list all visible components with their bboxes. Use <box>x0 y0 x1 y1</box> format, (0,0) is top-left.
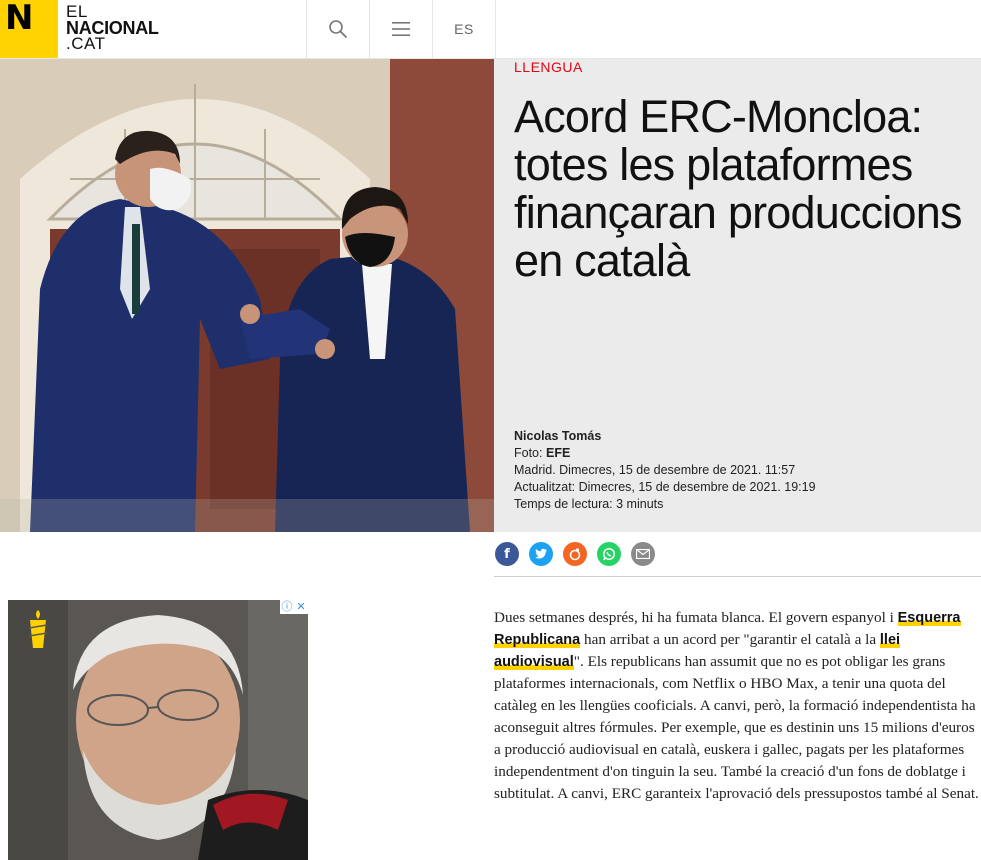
meneame-icon <box>569 548 581 561</box>
logo-word-cat: .CAT <box>66 34 106 53</box>
ad-info-icon[interactable]: ⓘ <box>280 600 294 614</box>
body-text-2: han arribat a un acord per "garantir el … <box>580 631 880 648</box>
hamburger-menu-icon <box>392 22 410 36</box>
hero-photo <box>0 59 494 532</box>
facebook-share-button[interactable]: f <box>495 542 519 566</box>
logo-mark-letter: N <box>5 0 33 38</box>
site-header: N EL NACIONAL .CAT ES <box>0 0 981 59</box>
meneame-share-button[interactable] <box>563 542 587 566</box>
twitter-icon <box>535 548 547 559</box>
twitter-share-button[interactable] <box>529 542 553 566</box>
author-link[interactable]: Nicolas Tomás <box>514 429 601 443</box>
email-icon <box>636 549 650 559</box>
ad-image <box>8 600 308 860</box>
article-header-panel: LLENGUA Acord ERC-Moncloa: totes les pla… <box>494 59 981 532</box>
facebook-icon: f <box>504 546 510 562</box>
whatsapp-icon <box>602 547 616 561</box>
advertisement[interactable]: ⓘ ✕ <box>8 600 308 860</box>
site-logo-mark[interactable]: N <box>0 0 58 58</box>
updated-date: Actualitzat: Dimecres, 15 de desembre de… <box>514 480 816 494</box>
article-headline: Acord ERC-Moncloa: totes les plataformes… <box>514 91 963 286</box>
body-text-1: Dues setmanes després, hi ha fumata blan… <box>494 609 898 626</box>
whatsapp-share-button[interactable] <box>597 542 621 566</box>
ad-close-icon[interactable]: ✕ <box>294 600 308 614</box>
email-share-button[interactable] <box>631 542 655 566</box>
photo-credit: Foto: EFE <box>514 445 816 462</box>
share-bar: f <box>494 540 981 577</box>
section-kicker[interactable]: LLENGUA <box>514 59 583 75</box>
hero-photo-illustration <box>0 59 494 532</box>
reading-time: Temps de lectura: 3 minuts <box>514 497 664 511</box>
body-text-3: ". Els republicans han assumit que no es… <box>494 653 979 802</box>
published-date: Madrid. Dimecres, 15 de desembre de 2021… <box>514 463 796 477</box>
article-meta: Nicolas Tomás Foto: EFE Madrid. Dimecres… <box>514 428 816 513</box>
search-icon <box>329 20 347 38</box>
article-body-paragraph: Dues setmanes després, hi ha fumata blan… <box>494 607 979 805</box>
photo-credit-source: EFE <box>545 446 571 460</box>
site-logo-wordmark[interactable]: EL NACIONAL .CAT <box>66 3 159 53</box>
menu-button[interactable] <box>369 0 432 58</box>
photo-credit-label: Foto: <box>514 446 543 460</box>
search-button[interactable] <box>306 0 369 58</box>
language-switch-button[interactable]: ES <box>432 0 496 58</box>
ad-badges: ⓘ ✕ <box>280 600 308 614</box>
